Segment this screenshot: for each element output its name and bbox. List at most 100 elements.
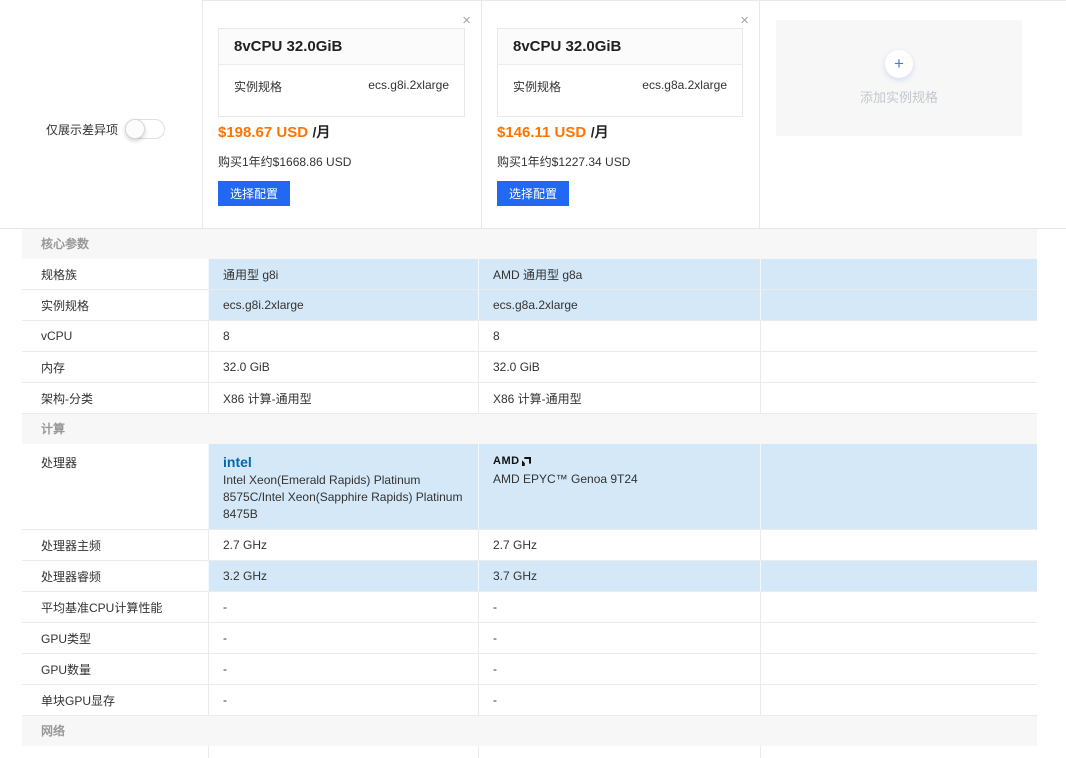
row-value: - [478, 654, 760, 684]
monthly-price: $198.67 USD [218, 124, 308, 141]
price-line: $146.11 USD /月 [497, 122, 609, 142]
row-value: - [208, 654, 478, 684]
plus-icon: + [885, 50, 913, 78]
row-label: 平均基准CPU计算性能 [22, 592, 208, 622]
row-value: 32.0 GiB [208, 352, 478, 382]
select-config-button[interactable]: 选择配置 [218, 181, 290, 206]
row-value: 2.7 GHz [478, 530, 760, 560]
instance-card-g8a: × 8vCPU 32.0GiB 实例规格 ecs.g8a.2xlarge $14… [481, 0, 759, 228]
row-value [478, 746, 760, 758]
select-config-button[interactable]: 选择配置 [497, 181, 569, 206]
row-label: 实例规格 [22, 290, 208, 320]
add-instance-card[interactable]: + 添加实例规格 [776, 20, 1022, 136]
row-value [760, 561, 1037, 591]
spec-row: 实例规格 ecs.g8i.2xlarge [219, 65, 464, 116]
row-value: 通用型 g8i [208, 259, 478, 289]
instance-card-g8i: × 8vCPU 32.0GiB 实例规格 ecs.g8i.2xlarge $19… [202, 0, 481, 228]
card-title: 8vCPU 32.0GiB [219, 29, 464, 65]
table-row: 架构-分类X86 计算-通用型X86 计算-通用型 [22, 383, 1037, 414]
toggle-knob [125, 119, 145, 139]
row-value [760, 290, 1037, 320]
row-value [760, 685, 1037, 715]
table-row: 处理器主频2.7 GHz2.7 GHz [22, 530, 1037, 561]
row-value [760, 352, 1037, 382]
row-label: GPU类型 [22, 623, 208, 653]
row-label: 架构-分类 [22, 383, 208, 413]
row-value: - [208, 623, 478, 653]
row-value: X86 计算-通用型 [208, 383, 478, 413]
row-value: 3.2 GHz [208, 561, 478, 591]
amd-logo-icon: AMD [493, 454, 531, 468]
row-value: intel Intel Xeon(Emerald Rapids) Platinum… [208, 444, 478, 529]
instance-compare-page: 仅展示差异项 × 8vCPU 32.0GiB 实例规格 ecs.g8i.2xla… [0, 0, 1066, 758]
row-label: 单块GPU显存 [22, 685, 208, 715]
row-value: 2.7 GHz [208, 530, 478, 560]
table-row: 单块GPU显存-- [22, 685, 1037, 716]
yearly-price-note: 购买1年约$1227.34 USD [497, 153, 630, 170]
row-value: - [478, 685, 760, 715]
price-unit: /月 [591, 124, 609, 140]
table-row: 内存32.0 GiB32.0 GiB [22, 352, 1037, 383]
table-row: vCPU88 [22, 321, 1037, 352]
section-header: 核心参数 [22, 229, 1037, 259]
close-icon[interactable]: × [740, 13, 749, 28]
processor-text: Intel Xeon(Emerald Rapids) Platinum 8575… [223, 472, 464, 523]
price-line: $198.67 USD /月 [218, 122, 330, 142]
row-value [760, 259, 1037, 289]
row-value: 32.0 GiB [478, 352, 760, 382]
row-value [760, 321, 1037, 351]
row-value: - [208, 685, 478, 715]
row-value [760, 530, 1037, 560]
row-value: - [208, 592, 478, 622]
row-value [760, 654, 1037, 684]
row-value: 8 [478, 321, 760, 351]
section-header: 计算 [22, 414, 1037, 444]
row-value: ecs.g8a.2xlarge [478, 290, 760, 320]
spec-label: 实例规格 [513, 78, 561, 95]
row-value: - [478, 592, 760, 622]
card-title: 8vCPU 32.0GiB [498, 29, 742, 65]
row-value [760, 592, 1037, 622]
row-value: ecs.g8i.2xlarge [208, 290, 478, 320]
table-row: 处理器睿频3.2 GHz3.7 GHz [22, 561, 1037, 592]
table-row: 实例规格ecs.g8i.2xlargeecs.g8a.2xlarge [22, 290, 1037, 321]
row-value: X86 计算-通用型 [478, 383, 760, 413]
spec-row: 实例规格 ecs.g8a.2xlarge [498, 65, 742, 116]
row-value [208, 746, 478, 758]
diff-only-toggle-group: 仅展示差异项 [46, 119, 165, 139]
add-instance-label: 添加实例规格 [860, 87, 938, 106]
price-unit: /月 [313, 124, 331, 140]
row-value: - [478, 623, 760, 653]
row-label: 内存 [22, 352, 208, 382]
table-row: GPU数量-- [22, 654, 1037, 685]
intel-logo-icon: intel [223, 454, 252, 470]
row-value [760, 444, 1037, 529]
row-value: AMDAMD EPYC™ Genoa 9T24 [478, 444, 760, 529]
row-value: AMD 通用型 g8a [478, 259, 760, 289]
row-value [760, 383, 1037, 413]
close-icon[interactable]: × [462, 13, 471, 28]
row-label: GPU数量 [22, 654, 208, 684]
table-row: 平均基准CPU计算性能-- [22, 592, 1037, 623]
monthly-price: $146.11 USD [497, 124, 586, 141]
spec-box: 8vCPU 32.0GiB 实例规格 ecs.g8i.2xlarge [218, 28, 465, 117]
row-value [760, 623, 1037, 653]
row-label: 处理器睿频 [22, 561, 208, 591]
comparison-table: 核心参数规格族通用型 g8iAMD 通用型 g8a实例规格ecs.g8i.2xl… [22, 229, 1037, 758]
spec-box: 8vCPU 32.0GiB 实例规格 ecs.g8a.2xlarge [497, 28, 743, 117]
section-header: 网络 [22, 716, 1037, 746]
spec-value: ecs.g8a.2xlarge [642, 78, 727, 95]
row-value [760, 746, 1037, 758]
table-row: 规格族通用型 g8iAMD 通用型 g8a [22, 259, 1037, 290]
row-label: 处理器 [22, 444, 208, 529]
table-row [22, 746, 1037, 758]
diff-only-toggle-label: 仅展示差异项 [46, 121, 118, 138]
row-label: 处理器主频 [22, 530, 208, 560]
diff-only-toggle-switch[interactable] [125, 119, 165, 139]
row-value: 8 [208, 321, 478, 351]
comparison-table-wrap: 核心参数规格族通用型 g8iAMD 通用型 g8a实例规格ecs.g8i.2xl… [0, 228, 1066, 758]
top-section: 仅展示差异项 × 8vCPU 32.0GiB 实例规格 ecs.g8i.2xla… [0, 0, 1066, 228]
table-row: GPU类型-- [22, 623, 1037, 654]
divider [759, 0, 760, 228]
row-label: vCPU [22, 321, 208, 351]
